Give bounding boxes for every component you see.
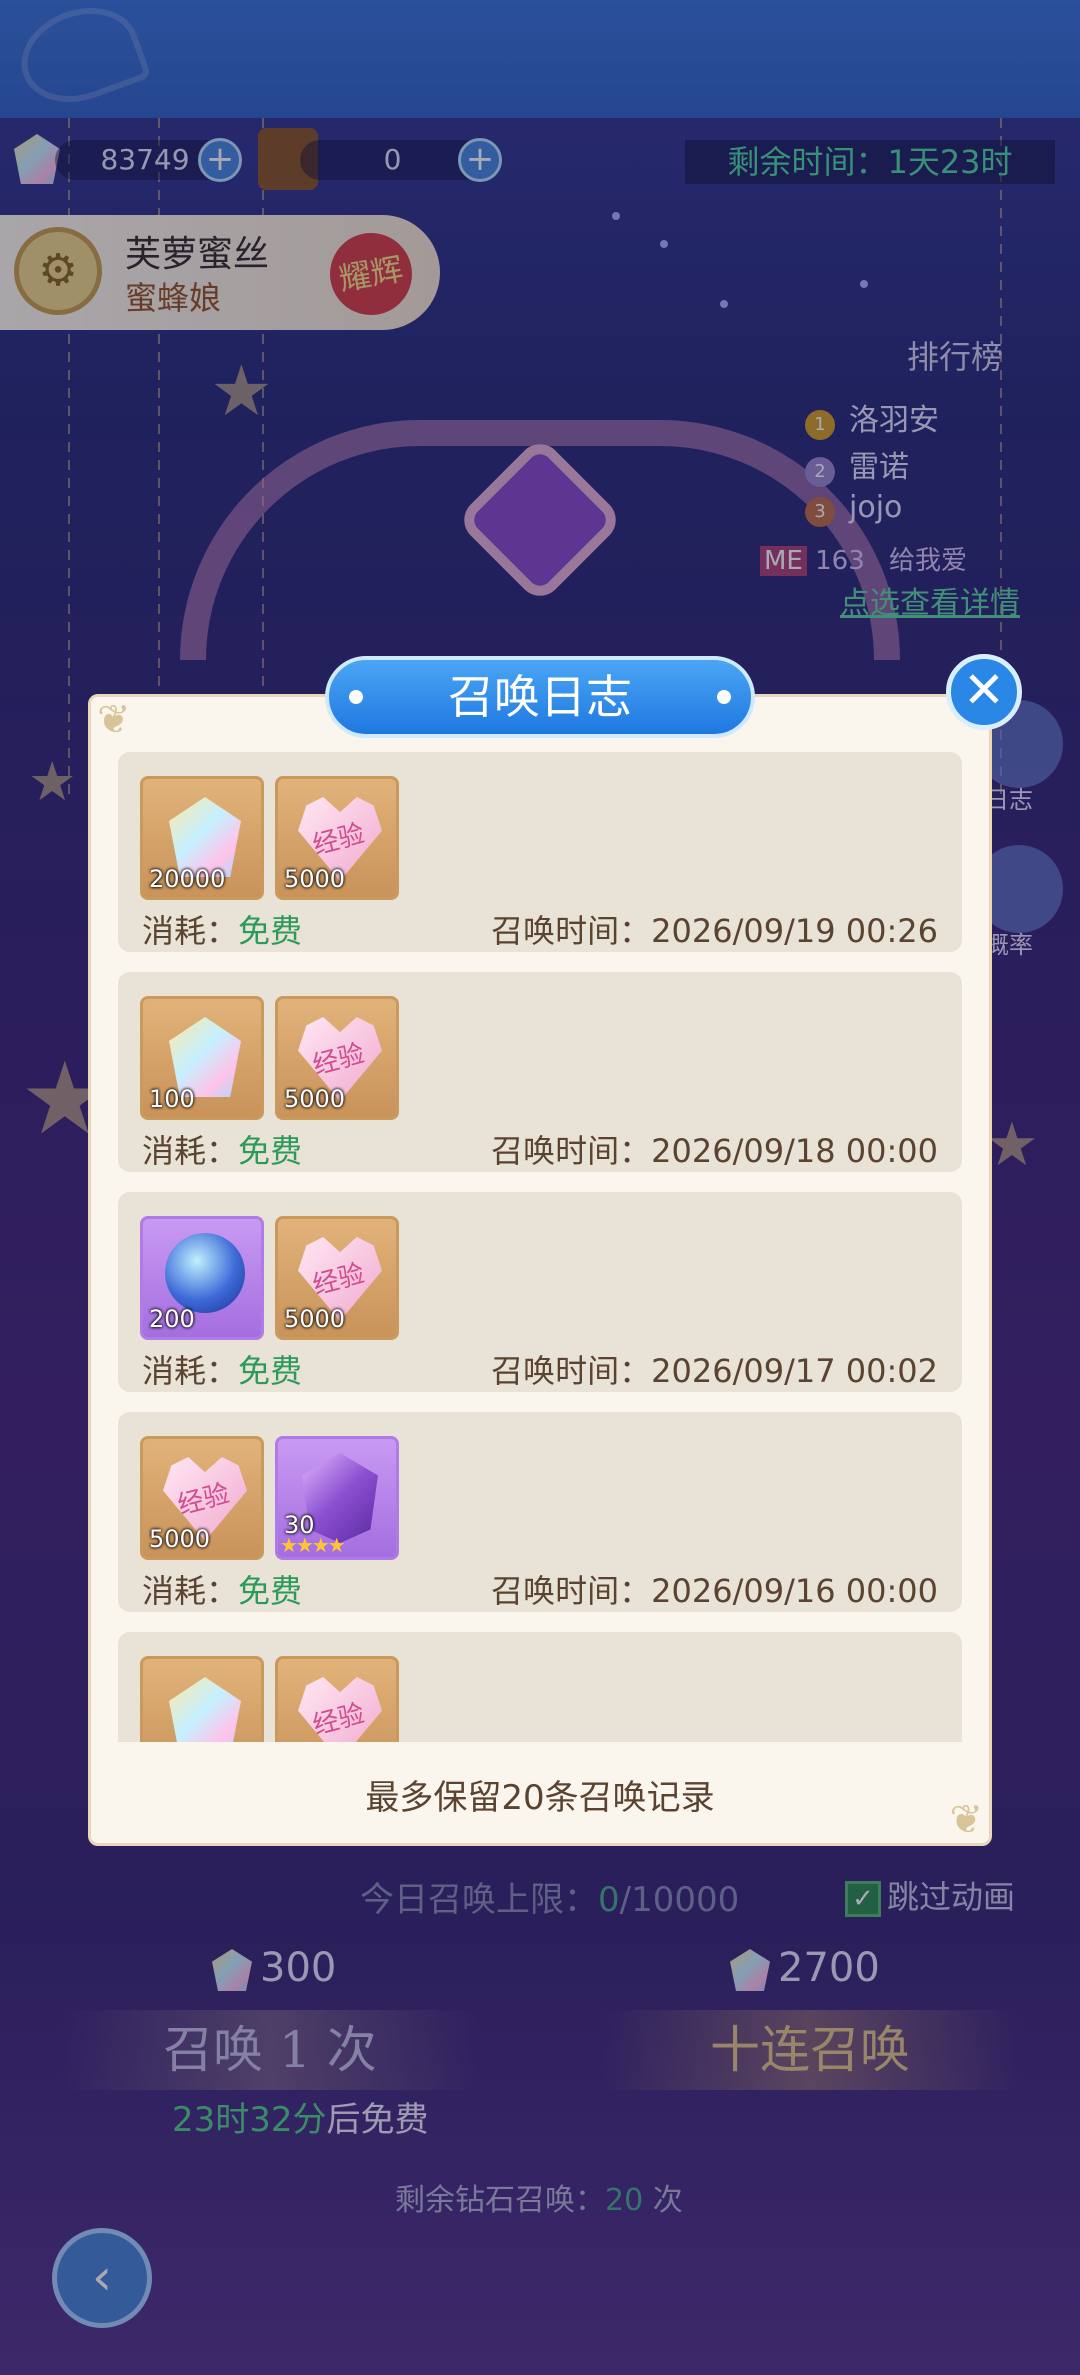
time-prefix: 召唤时间： [491,1572,652,1610]
item-quantity: 5000 [149,1525,211,1553]
close-icon[interactable]: ✕ [946,654,1022,730]
time-value: 2026/09/16 00:00 [651,1572,938,1610]
cost-value: 免费 [238,1572,303,1610]
cost-label: 消耗：免费 [142,1346,302,1392]
exp-label: 经验 [309,1258,368,1302]
reward-item-exp-heart[interactable]: 经验 5000 [275,1216,399,1340]
cost-label: 消耗：免费 [142,1566,302,1612]
reward-item-diamond[interactable]: 100 [140,996,264,1120]
log-entry: 经验 [118,1632,962,1742]
cost-prefix: 消耗： [142,1352,239,1390]
reward-item-exp-heart[interactable]: 经验 5000 [275,776,399,900]
dialog-title-banner: 召唤日志 [325,656,755,738]
time-prefix: 召唤时间： [491,912,652,950]
summon-time: 召唤时间：2026/09/19 00:26 [491,906,938,952]
reward-item-diamond[interactable]: 20000 [140,776,264,900]
dialog-title: 召唤日志 [448,670,632,724]
item-quantity: 20000 [149,865,226,893]
item-quantity: 5000 [284,1305,346,1333]
exp-label: 经验 [174,1478,233,1522]
exp-heart-icon: 经验 [298,1677,382,1742]
reward-item-exp-heart[interactable]: 经验 [275,1656,399,1742]
reward-item-exp-heart[interactable]: 经验 5000 [275,996,399,1120]
cost-prefix: 消耗： [142,1132,239,1170]
item-quantity: 100 [149,1085,195,1113]
exp-label: 经验 [309,1698,368,1742]
cost-prefix: 消耗： [142,912,239,950]
time-value: 2026/09/18 00:00 [651,1132,938,1170]
time-value: 2026/09/17 00:02 [651,1352,938,1390]
item-quantity: 5000 [284,865,346,893]
diamond-icon [169,1677,241,1742]
time-prefix: 召唤时间： [491,1132,652,1170]
log-entry: 200 经验 5000 消耗：免费 召唤时间：2026/09/17 00:02 [118,1192,962,1392]
summon-time: 召唤时间：2026/09/18 00:00 [491,1126,938,1172]
cost-value: 免费 [238,1352,303,1390]
item-quantity: 200 [149,1305,195,1333]
log-entry: 经验 5000 30 ★★★★ 消耗：免费 召唤时间：2026/09/16 00… [118,1412,962,1612]
star-rating: ★★★★ [280,1533,346,1557]
cost-value: 免费 [238,912,303,950]
exp-label: 经验 [309,818,368,862]
banner-dot [717,690,731,704]
cost-prefix: 消耗： [142,1572,239,1610]
summon-log-list[interactable]: 20000 经验 5000 消耗：免费 召唤时间：2026/09/19 00:2… [118,752,962,1742]
cost-label: 消耗：免费 [142,906,302,952]
crystal-orb-icon [165,1233,245,1313]
summon-time: 召唤时间：2026/09/17 00:02 [491,1346,938,1392]
time-prefix: 召唤时间： [491,1352,652,1390]
cost-value: 免费 [238,1132,303,1170]
exp-label: 经验 [309,1038,368,1082]
banner-dot [349,690,363,704]
time-value: 2026/09/19 00:26 [651,912,938,950]
reward-item-crystal-orb[interactable]: 200 [140,1216,264,1340]
cost-label: 消耗：免费 [142,1126,302,1172]
log-entry: 20000 经验 5000 消耗：免费 召唤时间：2026/09/19 00:2… [118,752,962,952]
reward-item-exp-heart[interactable]: 经验 5000 [140,1436,264,1560]
reward-item-purple-crystal[interactable]: 30 ★★★★ [275,1436,399,1560]
item-quantity: 5000 [284,1085,346,1113]
summon-time: 召唤时间：2026/09/16 00:00 [491,1566,938,1612]
log-entry: 100 经验 5000 消耗：免费 召唤时间：2026/09/18 00:00 [118,972,962,1172]
reward-item-diamond[interactable] [140,1656,264,1742]
log-retention-note: 最多保留20条召唤记录 [365,1778,715,1818]
